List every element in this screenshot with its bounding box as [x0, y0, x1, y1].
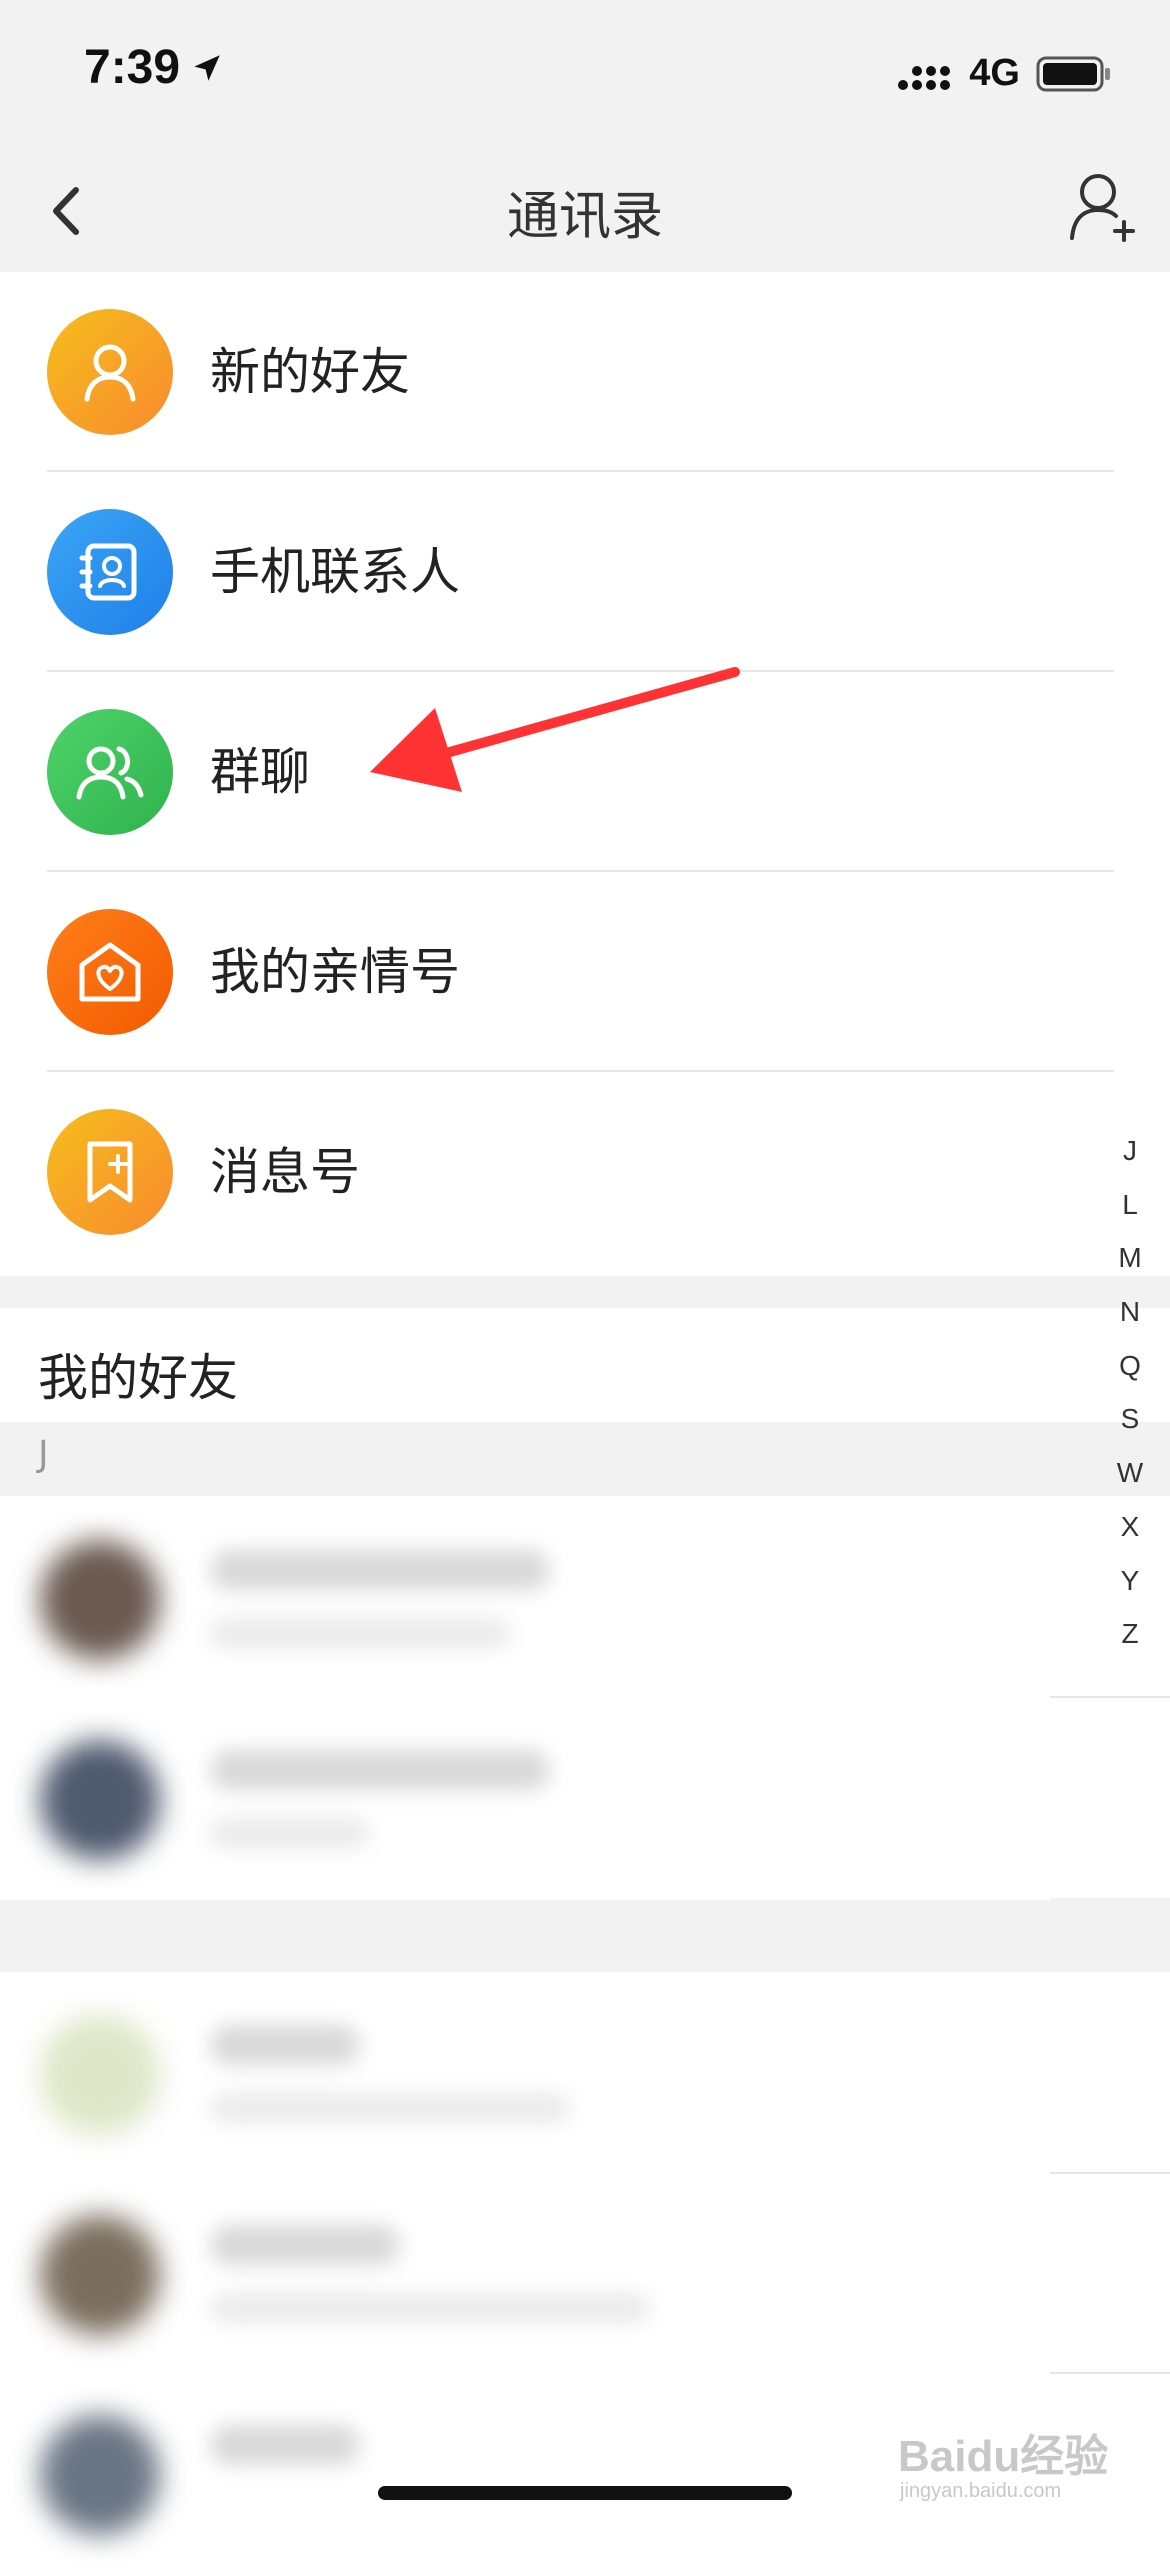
friends-section-title: 我的好友 — [38, 1349, 238, 1407]
list-item-subtitle — [210, 1618, 510, 1648]
divider — [1050, 2172, 1170, 2174]
menu-item-new-friends[interactable]: 新的好友 — [0, 272, 1170, 472]
phone-contacts-icon — [47, 509, 173, 635]
avatar — [40, 2015, 160, 2135]
list-item[interactable] — [0, 2375, 1050, 2575]
status-indicators: 4G — [897, 52, 1112, 95]
list-item-name — [210, 2025, 360, 2065]
menu-item-phone-contacts[interactable]: 手机联系人 — [0, 472, 1170, 672]
alpha-index-letter[interactable]: M — [1104, 1242, 1156, 1296]
alpha-index-letter[interactable]: J — [1104, 1135, 1156, 1189]
list-item-name — [210, 1750, 550, 1790]
menu-item-label: 群聊 — [210, 743, 310, 801]
status-bar: 7:39 4G — [0, 0, 1170, 150]
alpha-index-letter[interactable]: W — [1104, 1457, 1156, 1511]
list-item-name — [210, 2225, 400, 2265]
watermark-logo: Baidu经验 — [898, 2432, 1109, 2481]
alpha-index-letter[interactable]: Q — [1104, 1350, 1156, 1404]
add-friend-icon[interactable] — [1068, 170, 1140, 244]
letter-header: J — [0, 1422, 1170, 1496]
location-arrow-icon — [194, 54, 220, 81]
avatar — [40, 1540, 160, 1660]
status-time: 7:39 — [84, 40, 224, 95]
list-item-subtitle — [210, 2093, 570, 2123]
divider — [1050, 1696, 1170, 1698]
alphabet-index[interactable]: J L M N Q S W X Y Z — [1104, 1135, 1156, 1672]
avatar — [40, 1740, 160, 1860]
page-title: 通讯录 — [506, 187, 663, 247]
list-item-subtitle — [210, 2293, 650, 2323]
alpha-index-letter[interactable]: N — [1104, 1296, 1156, 1350]
list-item[interactable] — [0, 2175, 1050, 2375]
menu-item-label: 我的亲情号 — [210, 943, 460, 1001]
list-item[interactable] — [0, 1500, 1050, 1700]
new-friends-icon — [47, 309, 173, 435]
watermark-domain: jingyan.baidu.com — [900, 2480, 1062, 2502]
list-item[interactable] — [0, 1975, 1050, 2175]
menu-item-label: 消息号 — [210, 1143, 360, 1201]
battery-icon — [1036, 56, 1110, 91]
list-item[interactable] — [0, 1700, 1050, 1900]
menu-item-message-account[interactable]: 消息号 — [0, 1072, 1170, 1272]
family-home-icon — [47, 909, 173, 1035]
alpha-index-letter[interactable]: Z — [1104, 1618, 1156, 1672]
group-chat-icon — [47, 709, 173, 835]
menu-item-label: 手机联系人 — [210, 543, 460, 601]
divider — [1050, 2372, 1170, 2374]
menu-item-label: 新的好友 — [210, 343, 410, 401]
menu-item-family-number[interactable]: 我的亲情号 — [0, 872, 1170, 1072]
home-indicator[interactable] — [378, 2486, 792, 2500]
alpha-index-letter[interactable]: S — [1104, 1403, 1156, 1457]
nav-bar: 通讯录 — [0, 150, 1170, 272]
network-type: 4G — [969, 52, 1020, 94]
section-separator — [0, 1276, 1170, 1308]
signal-icon — [898, 65, 951, 90]
avatar — [40, 2215, 160, 2335]
bookmark-add-icon — [47, 1109, 173, 1235]
avatar — [40, 2415, 160, 2535]
list-item-name — [210, 2425, 360, 2465]
alpha-index-letter[interactable]: L — [1104, 1189, 1156, 1243]
divider — [1050, 1898, 1170, 1970]
annotation-arrow-icon — [370, 667, 740, 792]
list-item-subtitle — [210, 1818, 370, 1848]
letter-header-label: J — [38, 1434, 49, 1475]
alpha-index-letter[interactable]: X — [1104, 1511, 1156, 1565]
list-item-name — [210, 1550, 550, 1590]
letter-header-blurred — [0, 1900, 1170, 1972]
alpha-index-letter[interactable]: Y — [1104, 1565, 1156, 1619]
